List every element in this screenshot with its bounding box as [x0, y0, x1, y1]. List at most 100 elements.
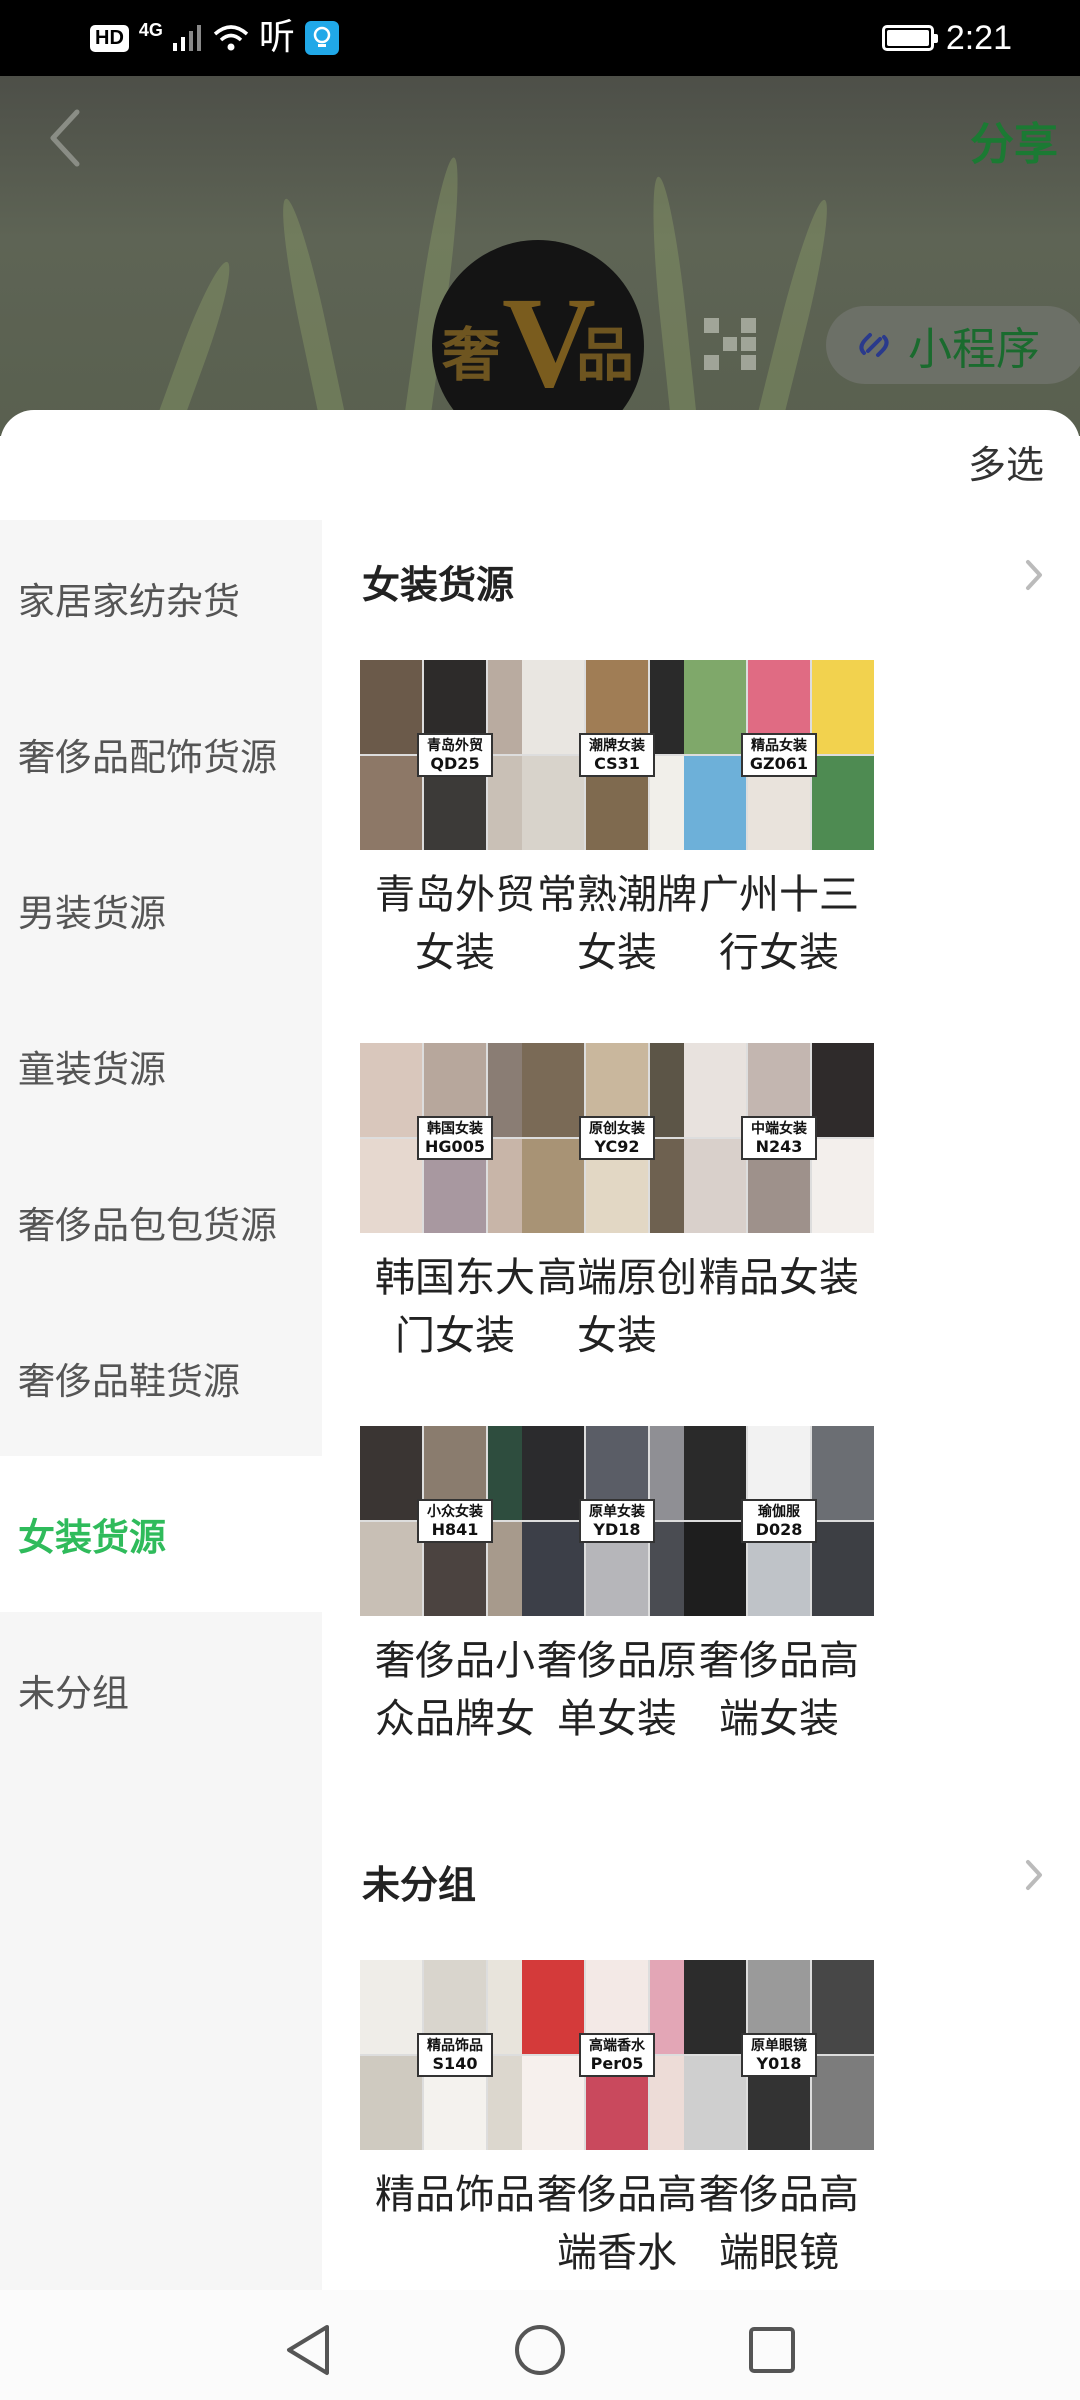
thumbnail-tag: 原单眼镜 Y018: [741, 2033, 817, 2077]
category-card-label: 奢侈品高端眼镜: [699, 2172, 859, 2276]
signal-icon: [172, 25, 201, 51]
chevron-right-icon: [1026, 1860, 1042, 1890]
sidebar-item-label: 未分组: [18, 1672, 129, 1715]
sidebar-item-label: 奢侈品配饰货源: [18, 736, 277, 779]
thumbnail-tag-code: HG005: [425, 1137, 485, 1156]
thumbnail-tag-code: Y018: [756, 2054, 802, 2073]
thumbnail-tag-code: QD25: [430, 754, 480, 773]
logo-left-char: 奢: [442, 321, 501, 389]
sidebar-item-label: 家居家纺杂货: [18, 580, 240, 623]
sidebar-item-label: 男装货源: [18, 892, 166, 935]
system-nav-bar: [0, 2290, 1080, 2400]
chevron-left-icon: [50, 109, 80, 167]
thumbnail-tag-name: 瑜伽服: [758, 1504, 800, 1520]
thumbnail-tag: 潮牌女装 CS31: [579, 733, 655, 777]
thumbnail-tag: 青岛外贸 QD25: [417, 733, 493, 777]
status-left: HD 4G 听: [90, 18, 339, 58]
thumbnail-tag: 原单女装 YD18: [579, 1499, 655, 1543]
thumbnail-tag-name: 潮牌女装: [589, 738, 645, 754]
category-card-label: 精品女装: [699, 1255, 859, 1301]
category-thumbnail: 瑜伽服 D028: [684, 1426, 874, 1616]
thumbnail-tag-code: CS31: [594, 754, 640, 773]
category-card-label: 奢侈品高端女装: [699, 1638, 859, 1742]
recents-square-icon: [749, 2327, 795, 2373]
section-title: 未分组: [362, 1863, 477, 1907]
thumbnail-tag-name: 高端香水: [589, 2038, 645, 2054]
thumbnail-tag-code: GZ061: [749, 754, 809, 773]
thumbnail-tag-code: N243: [755, 1137, 803, 1156]
sidebar-item[interactable]: 童装货源: [0, 988, 322, 1144]
thumbnail-tag-name: 原单女装: [589, 1504, 645, 1520]
category-card[interactable]: 瑜伽服 D028 奢侈品高端女装: [684, 1426, 874, 1748]
sidebar-item-label: 奢侈品鞋货源: [18, 1360, 240, 1403]
sidebar-item[interactable]: 奢侈品鞋货源: [0, 1300, 322, 1456]
status-time: 2:21: [945, 18, 1012, 57]
link-icon: [859, 333, 889, 357]
thumbnail-tag-name: 精品饰品: [427, 2038, 483, 2054]
nav-back-button[interactable]: [278, 2320, 338, 2380]
thumbnail-tag-name: 小众女装: [427, 1504, 483, 1520]
chevron-right-icon: [1026, 560, 1042, 590]
status-bar: HD 4G 听 2:21: [0, 0, 1080, 76]
wifi-icon: [213, 25, 249, 51]
thumbnail-tag-code: YC92: [594, 1137, 640, 1156]
category-card[interactable]: 原单眼镜 Y018 奢侈品高端眼镜: [684, 1960, 874, 2282]
nav-home-button[interactable]: [510, 2320, 570, 2380]
sidebar-item[interactable]: 家居家纺杂货: [0, 520, 322, 676]
bulb-icon: [304, 21, 339, 55]
mini-program-button[interactable]: 小程序: [826, 306, 1080, 384]
thumbnail-tag-code: D028: [755, 1520, 803, 1539]
hd-badge: HD: [90, 24, 129, 52]
thumbnail-tag: 精品女装 GZ061: [741, 733, 817, 777]
category-sidebar: 家居家纺杂货 奢侈品配饰货源 男装货源童装货源奢侈品包包货源 奢侈品鞋货源 女装货源未分…: [0, 520, 322, 2290]
listen-app-text: 听: [258, 17, 295, 58]
thumbnail-tag-name: 原创女装: [589, 1121, 645, 1137]
thumbnail-tag-code: S140: [432, 2054, 478, 2073]
thumbnail-tag-code: YD18: [593, 1520, 641, 1539]
thumbnail-tag-name: 韩国女装: [427, 1121, 483, 1137]
sidebar-item[interactable]: 奢侈品包包货源: [0, 1144, 322, 1300]
multi-select-button[interactable]: 多选: [968, 434, 1044, 489]
category-card[interactable]: 精品女装 GZ061 广州十三行女装: [684, 660, 874, 982]
nav-recents-button[interactable]: [742, 2320, 802, 2380]
status-right: 2:21: [881, 18, 1012, 58]
thumbnail-tag-code: Per05: [590, 2054, 644, 2073]
mini-program-label: 小程序: [908, 324, 1040, 375]
section-title: 女装货源: [362, 563, 515, 607]
category-card-label: 广州十三行女装: [699, 872, 859, 976]
thumbnail-tag-name: 精品女装: [751, 738, 807, 754]
category-thumbnail: 原单眼镜 Y018: [684, 1960, 874, 2150]
thumbnail-tag: 瑜伽服 D028: [741, 1499, 817, 1543]
thumbnail-tag: 中端女装 N243: [741, 1116, 817, 1160]
section-more-button[interactable]: [1014, 550, 1054, 600]
thumbnail-tag-code: H841: [431, 1520, 479, 1539]
sidebar-item-label: 奢侈品包包货源: [18, 1204, 277, 1247]
sidebar-item[interactable]: 女装货源: [0, 1456, 322, 1612]
category-sheet: 多选 家居家纺杂货 奢侈品配饰货源 男装货源 童装货源 奢侈品包包货源 奢侈品鞋货源 女装货…: [0, 410, 1080, 2290]
share-button[interactable]: 分享: [970, 108, 1058, 172]
category-content: 女装货源 青岛外贸 QD25 青岛外贸女装 潮牌女装 CS31 常熟潮牌女装 精品女装 GZ06…: [322, 520, 1080, 2290]
thumbnail-tag-name: 原单眼镜: [751, 2038, 807, 2054]
thumbnail-tag: 小众女装 H841: [417, 1499, 493, 1543]
home-circle-icon: [515, 2325, 565, 2375]
thumbnail-tag: 韩国女装 HG005: [417, 1116, 493, 1160]
sidebar-item-label: 女装货源: [18, 1516, 166, 1559]
section-more-button[interactable]: [1014, 1850, 1054, 1900]
thumbnail-tag: 高端香水 Per05: [579, 2033, 655, 2077]
thumbnail-tag: 原创女装 YC92: [579, 1116, 655, 1160]
logo-right-char: 品: [575, 321, 634, 389]
back-button[interactable]: [30, 98, 100, 178]
sidebar-item[interactable]: 男装货源: [0, 832, 322, 988]
thumbnail-tag-name: 中端女装: [751, 1121, 807, 1137]
qr-code-icon[interactable]: [704, 318, 756, 370]
category-card[interactable]: 中端女装 N243 精品女装: [684, 1043, 874, 1365]
sidebar-item-label: 童装货源: [18, 1048, 166, 1091]
thumbnail-tag-name: 青岛外贸: [427, 738, 483, 754]
sidebar-item[interactable]: 未分组: [0, 1612, 322, 1768]
battery-icon: [881, 25, 938, 51]
category-thumbnail: 精品女装 GZ061: [684, 660, 874, 850]
thumbnail-tag: 精品饰品 S140: [417, 2033, 493, 2077]
back-triangle-icon: [287, 2325, 329, 2375]
sidebar-item[interactable]: 奢侈品配饰货源: [0, 676, 322, 832]
category-thumbnail: 中端女装 N243: [684, 1043, 874, 1233]
